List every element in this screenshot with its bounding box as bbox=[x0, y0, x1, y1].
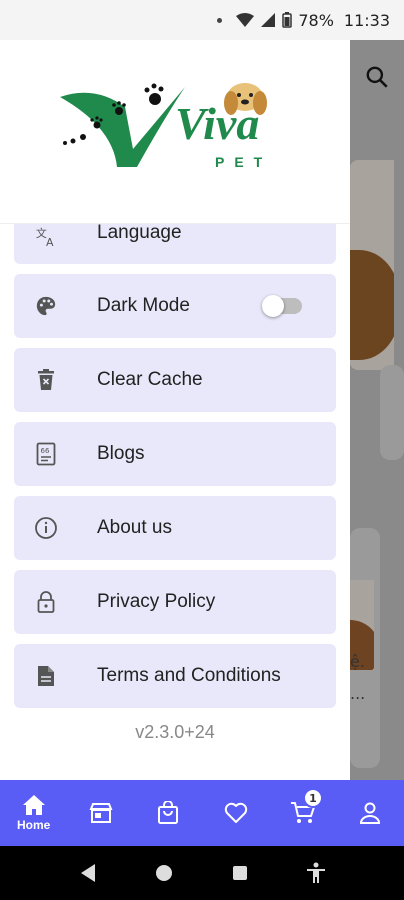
back-icon bbox=[81, 864, 95, 882]
menu-item-label: Privacy Policy bbox=[97, 591, 216, 612]
signal-icon bbox=[261, 13, 276, 27]
menu-item-label: Blogs bbox=[97, 443, 145, 464]
nav-favorites[interactable] bbox=[210, 780, 262, 846]
dog-mascot bbox=[224, 82, 267, 115]
nav-home[interactable]: Home bbox=[8, 780, 60, 846]
viva-pet-logo: Viva PET bbox=[60, 82, 272, 170]
clock: 11:33 bbox=[343, 10, 390, 30]
menu-item-label: Clear Cache bbox=[97, 369, 203, 390]
bottom-nav: Home 1 bbox=[0, 780, 404, 846]
home-button[interactable] bbox=[149, 858, 179, 888]
nav-profile[interactable] bbox=[344, 780, 396, 846]
store-icon bbox=[89, 803, 113, 823]
svg-text:A: A bbox=[46, 236, 54, 248]
nav-home-label: Home bbox=[16, 818, 51, 832]
product-title: ệ. bbox=[350, 652, 365, 671]
notification-dot-icon bbox=[217, 17, 223, 23]
navigation-drawer: Viva PET 文 A Language Dark Mode Clear Ca… bbox=[0, 40, 350, 780]
app-logo: Viva PET bbox=[55, 77, 295, 187]
accessibility-icon bbox=[307, 862, 325, 883]
menu-item-privacy-policy[interactable]: Privacy Policy bbox=[14, 570, 336, 634]
square-recents-icon bbox=[233, 866, 247, 880]
accessibility-button[interactable] bbox=[301, 858, 331, 888]
recents-button[interactable] bbox=[225, 858, 255, 888]
nav-cart[interactable]: 1 bbox=[277, 780, 329, 846]
trash-icon bbox=[34, 368, 58, 392]
person-icon bbox=[360, 802, 381, 824]
menu-item-label: About us bbox=[97, 517, 172, 538]
wifi-icon bbox=[236, 13, 255, 27]
menu-item-about-us[interactable]: About us bbox=[14, 496, 336, 560]
battery-percent: 78% bbox=[298, 10, 334, 30]
app-version: v2.3.0+24 bbox=[135, 722, 215, 742]
product-image[interactable] bbox=[350, 160, 394, 370]
status-bar: 78% 11:33 bbox=[0, 0, 404, 40]
menu-item-label: Terms and Conditions bbox=[97, 665, 281, 686]
toggle-knob bbox=[262, 295, 284, 317]
menu-item-language[interactable]: 文A Language bbox=[14, 222, 336, 264]
nav-store[interactable] bbox=[75, 780, 127, 846]
home-icon bbox=[22, 795, 45, 815]
shopping-bag-icon bbox=[158, 801, 179, 824]
menu-item-blogs[interactable]: 66 Blogs bbox=[14, 422, 336, 486]
battery-icon bbox=[282, 12, 293, 28]
document-icon bbox=[34, 664, 58, 688]
logo-subtext: PET bbox=[215, 154, 272, 170]
translate-icon: 文A bbox=[34, 225, 58, 249]
info-icon bbox=[34, 516, 58, 540]
product-card[interactable] bbox=[380, 365, 404, 460]
menu-item-terms-and-conditions[interactable]: Terms and Conditions bbox=[14, 644, 336, 708]
palette-icon bbox=[34, 294, 58, 318]
back-button[interactable] bbox=[73, 858, 103, 888]
heart-icon bbox=[224, 802, 247, 823]
lock-icon bbox=[34, 590, 58, 614]
blog-icon: 66 bbox=[34, 442, 58, 466]
menu-item-label: Language bbox=[97, 222, 182, 243]
dark-mode-toggle[interactable] bbox=[262, 295, 302, 317]
product-subtitle: ... bbox=[350, 684, 366, 703]
drawer-menu: 文A Language Dark Mode Clear Cache 66 Blo… bbox=[0, 222, 350, 743]
menu-item-dark-mode[interactable]: Dark Mode bbox=[14, 274, 336, 338]
circle-home-icon bbox=[156, 865, 172, 881]
nav-bag[interactable] bbox=[142, 780, 194, 846]
svg-text:66: 66 bbox=[41, 447, 50, 455]
menu-item-clear-cache[interactable]: Clear Cache bbox=[14, 348, 336, 412]
search-icon[interactable] bbox=[364, 64, 390, 90]
drawer-header: Viva PET bbox=[0, 40, 350, 224]
cart-badge: 1 bbox=[302, 788, 323, 808]
system-nav-bar bbox=[0, 846, 404, 900]
menu-item-label: Dark Mode bbox=[97, 295, 190, 316]
